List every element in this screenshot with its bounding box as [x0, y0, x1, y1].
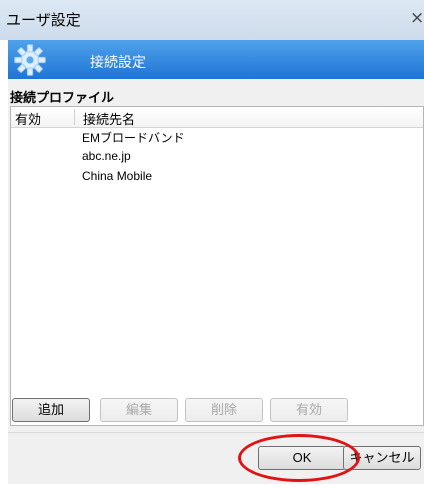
close-icon[interactable]: ×	[410, 8, 424, 28]
user-settings-window: ユーザ設定 × 接続設定 接続プロファイル 有効 接続先名 EMブロードバンド …	[0, 0, 424, 484]
title-bar: ユーザ設定 ×	[0, 0, 424, 40]
column-header-name[interactable]: 接続先名	[83, 109, 135, 128]
column-header-enabled[interactable]: 有効	[15, 109, 41, 128]
delete-button[interactable]: 削除	[185, 398, 263, 422]
banner-title: 接続設定	[90, 55, 146, 71]
edit-button[interactable]: 編集	[100, 398, 178, 422]
list-header: 有効 接続先名	[11, 107, 423, 128]
add-button[interactable]: 追加	[12, 398, 90, 422]
dialog-body: 接続設定 接続プロファイル 有効 接続先名 EMブロードバンド abc.ne.j…	[8, 40, 424, 484]
banner: 接続設定	[8, 40, 424, 79]
list-item[interactable]: China Mobile	[82, 169, 152, 183]
cancel-button[interactable]: キャンセル	[343, 446, 421, 470]
list-item[interactable]: EMブロードバンド	[82, 129, 185, 146]
profile-list[interactable]: 有効 接続先名 EMブロードバンド abc.ne.jp China Mobile	[10, 106, 424, 426]
profiles-section-title: 接続プロファイル	[10, 91, 115, 106]
gear-icon	[14, 44, 46, 76]
ok-button[interactable]: OK	[258, 446, 346, 470]
list-item[interactable]: abc.ne.jp	[82, 149, 131, 163]
enable-button[interactable]: 有効	[270, 398, 348, 422]
window-title: ユーザ設定	[6, 11, 81, 29]
column-divider[interactable]	[74, 109, 75, 125]
